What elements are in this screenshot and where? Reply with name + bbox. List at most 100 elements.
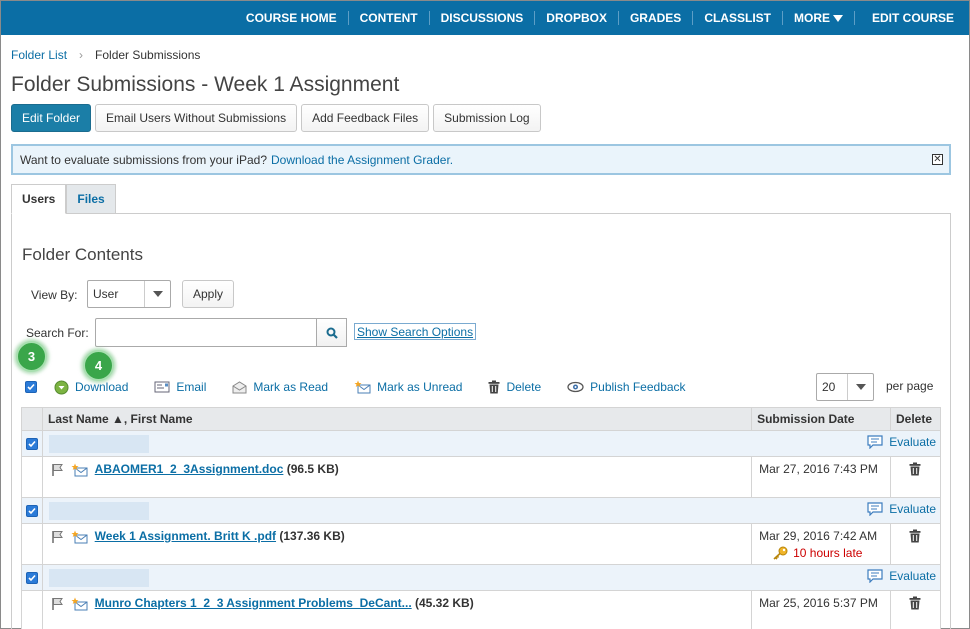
search-button[interactable] (316, 318, 347, 347)
trash-icon (909, 596, 921, 610)
nav-course-home[interactable]: COURSE HOME (235, 11, 349, 25)
view-by-value: User (93, 287, 119, 301)
nav-discussions[interactable]: DISCUSSIONS (430, 11, 536, 25)
late-indicator: 10 hours late (759, 546, 890, 560)
submission-date: Mar 29, 2016 7:42 AM (759, 529, 878, 543)
nav-classlist[interactable]: CLASSLIST (693, 11, 783, 25)
download-label: Download (75, 380, 129, 394)
mark-as-read-action[interactable]: Mark as Read (232, 380, 328, 394)
flag-icon[interactable] (51, 463, 65, 477)
mark-as-unread-action[interactable]: Mark as Unread (354, 380, 462, 394)
submission-date: Mar 27, 2016 7:43 PM (759, 462, 878, 476)
add-feedback-files-button[interactable]: Add Feedback Files (301, 104, 430, 132)
chevron-down-icon (832, 14, 843, 22)
file-link[interactable]: Week 1 Assignment. Britt K .pdf (95, 529, 276, 543)
download-grader-link[interactable]: Download the Assignment Grader. (271, 153, 453, 167)
redacted-user-name (48, 434, 149, 453)
email-icon (154, 380, 170, 394)
row-checkbox[interactable] (21, 564, 43, 591)
header-delete: Delete (889, 407, 942, 431)
breadcrumb-folder-list[interactable]: Folder List (11, 48, 67, 62)
table-header: Last Name ▲, First Name Submission Date … (21, 407, 942, 431)
per-page-label: per page (886, 379, 934, 393)
tab-users[interactable]: Users (11, 184, 67, 214)
envelope-star-icon (354, 380, 371, 394)
flag-icon[interactable] (51, 530, 65, 544)
trash-icon (488, 380, 500, 394)
download-icon (54, 380, 69, 395)
nav-more[interactable]: MORE (783, 11, 855, 25)
trash-icon (909, 529, 921, 543)
dropdown-arrow-icon (144, 281, 170, 307)
delete-cell[interactable] (889, 456, 942, 498)
view-by-label: View By: (31, 288, 78, 302)
publish-feedback-label: Publish Feedback (590, 380, 686, 394)
new-file-icon (71, 597, 88, 611)
file-link[interactable]: ABAOMER1_2_3Assignment.doc (95, 462, 284, 476)
breadcrumb-current: Folder Submissions (95, 48, 201, 62)
download-action[interactable]: Download (54, 380, 128, 395)
chevron-right-icon: › (79, 48, 84, 62)
row-checkbox[interactable] (21, 497, 43, 524)
new-file-icon (71, 530, 88, 544)
file-link[interactable]: Munro Chapters 1_2_3 Assignment Problems… (95, 596, 412, 610)
per-page-select[interactable]: 20 (816, 373, 874, 401)
redacted-user-name (48, 568, 149, 587)
delete-cell[interactable] (889, 590, 942, 629)
user-row: Evaluate (21, 430, 942, 457)
comment-icon (867, 501, 883, 516)
delete-label: Delete (506, 380, 542, 394)
mark-as-read-label: Mark as Read (253, 380, 329, 394)
user-row: Evaluate (21, 497, 942, 524)
view-by-select[interactable]: User (87, 280, 171, 308)
search-input[interactable] (95, 318, 317, 347)
delete-action[interactable]: Delete (488, 380, 541, 394)
header-date[interactable]: Submission Date (751, 407, 891, 431)
checkbox-checked-icon (25, 504, 38, 517)
action-bar: Download Email Mark as Read Mark as Unre… (25, 378, 712, 396)
empty-cell (21, 523, 43, 565)
evaluate-label: Evaluate (889, 434, 936, 449)
file-size: (45.32 KB) (415, 596, 474, 610)
comment-icon (867, 434, 883, 449)
empty-cell (21, 590, 43, 629)
close-icon[interactable]: ✕ (932, 154, 943, 165)
tab-files[interactable]: Files (66, 184, 116, 214)
toolbar: Edit Folder Email Users Without Submissi… (11, 104, 541, 132)
info-banner: Want to evaluate submissions from your i… (11, 144, 951, 175)
nav-edit-course[interactable]: EDIT COURSE (861, 11, 965, 25)
evaluate-link[interactable]: Evaluate (867, 435, 940, 449)
header-name[interactable]: Last Name ▲, First Name (41, 407, 753, 431)
key-icon (772, 546, 788, 560)
header-select (21, 407, 43, 431)
apply-button[interactable]: Apply (182, 280, 235, 308)
empty-cell (21, 456, 43, 498)
submission-log-button[interactable]: Submission Log (433, 104, 541, 132)
trash-icon (909, 462, 921, 476)
email-users-button[interactable]: Email Users Without Submissions (95, 104, 298, 132)
nav-grades[interactable]: GRADES (619, 11, 694, 25)
late-label: 10 hours late (793, 546, 863, 560)
show-search-options-link[interactable]: Show Search Options (354, 323, 477, 340)
evaluate-label: Evaluate (889, 501, 936, 516)
email-action[interactable]: Email (154, 380, 206, 394)
submission-date: Mar 25, 2016 5:37 PM (759, 596, 878, 610)
top-nav: COURSE HOME CONTENT DISCUSSIONS DROPBOX … (1, 1, 969, 35)
step-badge-3: 3 (16, 341, 47, 372)
delete-cell[interactable] (889, 523, 942, 565)
file-row: Week 1 Assignment. Britt K .pdf (137.36 … (21, 523, 942, 565)
info-banner-text: Want to evaluate submissions from your i… (20, 152, 268, 167)
publish-feedback-action[interactable]: Publish Feedback (567, 380, 686, 394)
select-all-checkbox[interactable] (25, 381, 37, 393)
publish-feedback-icon (567, 381, 584, 393)
row-checkbox[interactable] (21, 430, 43, 457)
evaluate-link[interactable]: Evaluate (867, 569, 940, 583)
edit-folder-button[interactable]: Edit Folder (11, 104, 92, 132)
envelope-open-icon (232, 380, 247, 394)
new-file-icon (71, 463, 88, 477)
nav-content[interactable]: CONTENT (349, 11, 430, 25)
section-title: Folder Contents (22, 245, 143, 264)
evaluate-link[interactable]: Evaluate (867, 502, 940, 516)
nav-dropbox[interactable]: DROPBOX (535, 11, 619, 25)
flag-icon[interactable] (51, 597, 65, 611)
